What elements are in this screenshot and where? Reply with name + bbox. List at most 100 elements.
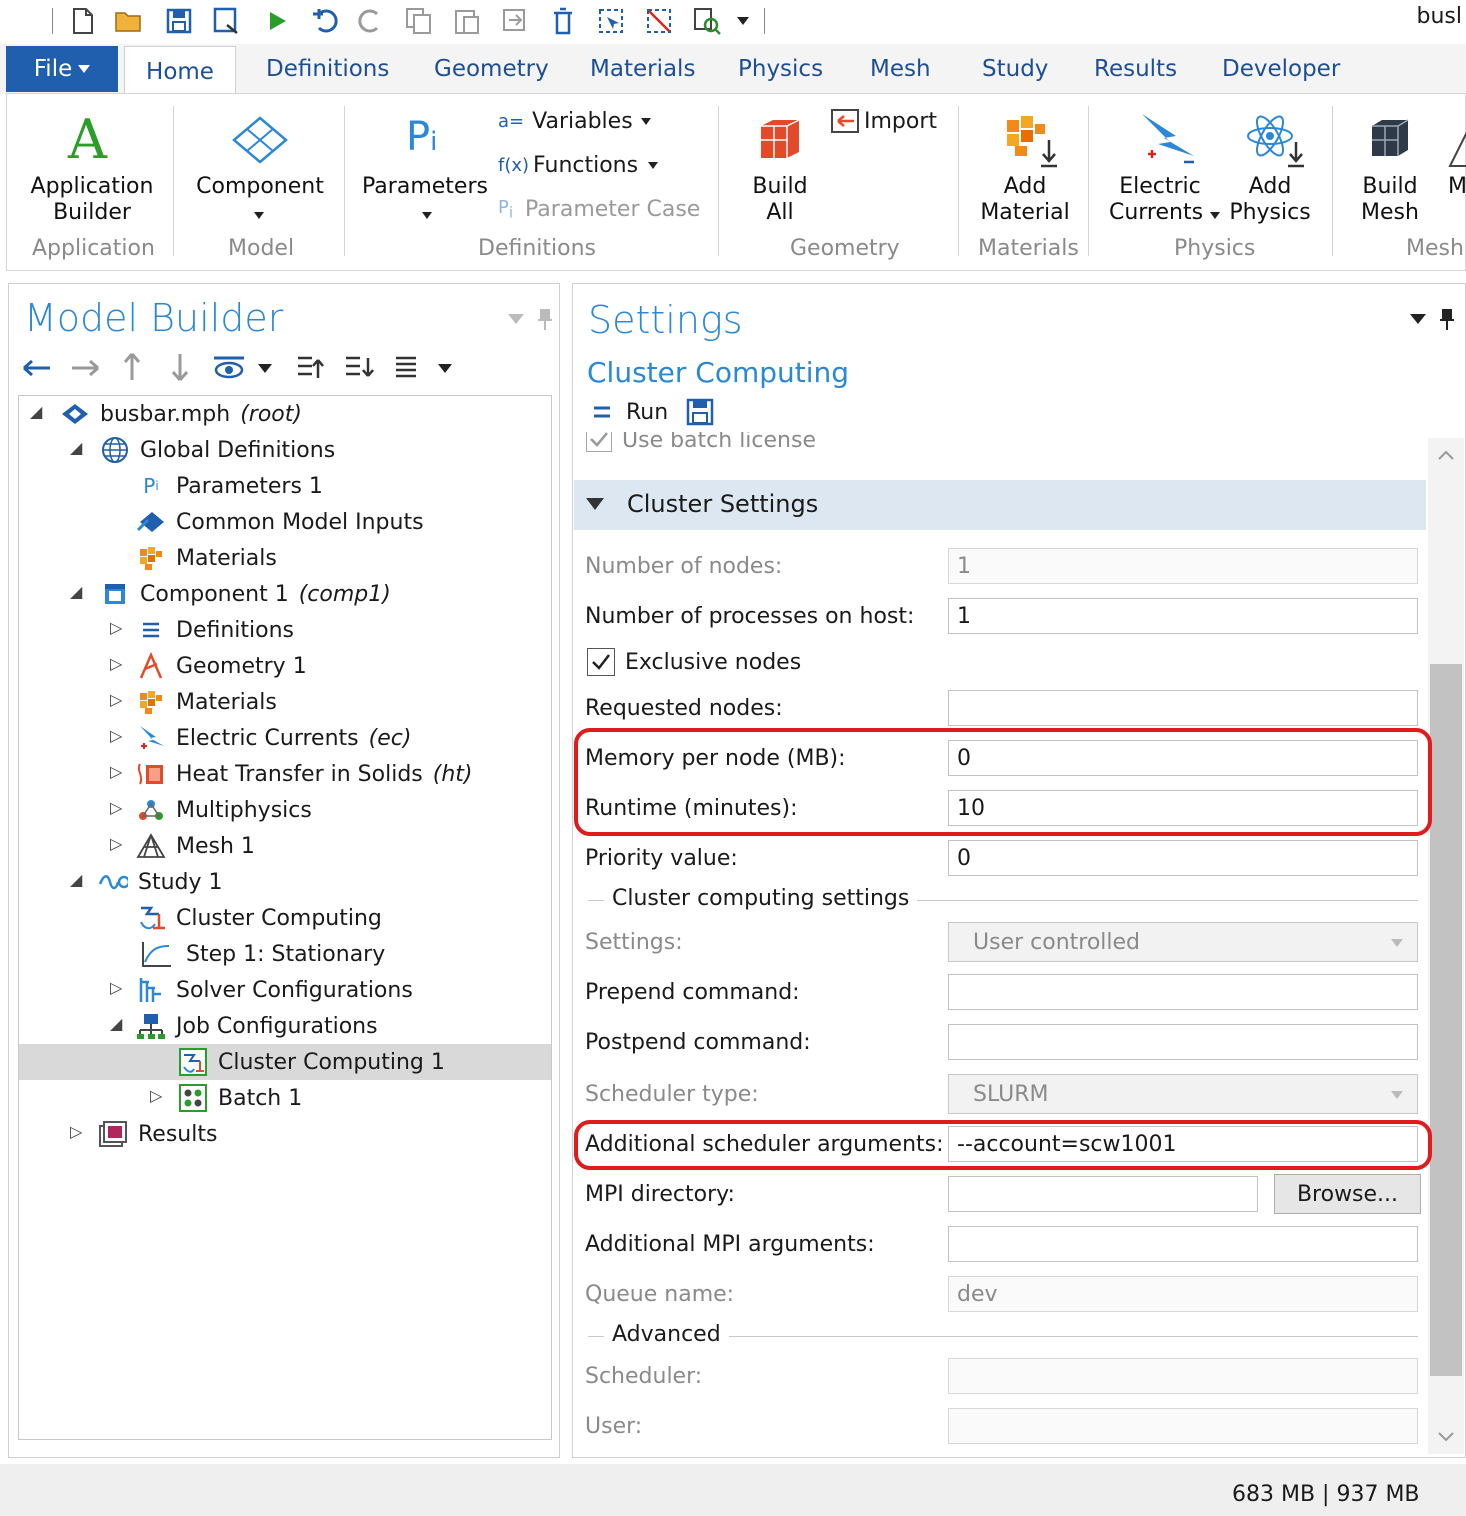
- forward-arrow-icon[interactable]: [70, 358, 100, 378]
- scroll-up-icon[interactable]: [1438, 450, 1454, 460]
- prepend-command-field[interactable]: [948, 974, 1418, 1010]
- tree-node-results[interactable]: Results: [98, 1117, 217, 1151]
- expand-arrow-icon[interactable]: ▷: [110, 798, 122, 817]
- save-icon[interactable]: [686, 398, 714, 426]
- exclusive-nodes-row[interactable]: Exclusive nodes: [587, 648, 801, 676]
- paste-icon[interactable]: [450, 4, 484, 38]
- tab-home[interactable]: Home: [124, 46, 236, 96]
- application-builder-button[interactable]: A Application Builder: [22, 108, 162, 232]
- tab-definitions[interactable]: Definitions: [266, 56, 389, 82]
- chevron-down-icon[interactable]: [438, 364, 452, 373]
- panel-menu-icon[interactable]: [1410, 314, 1426, 324]
- tree-node-step-1-stationary[interactable]: Step 1: Stationary: [136, 937, 385, 971]
- mpi-directory-field[interactable]: [948, 1176, 1258, 1212]
- user-field[interactable]: [948, 1408, 1418, 1444]
- tree-node-solver-configurations[interactable]: Solver Configurations: [136, 973, 413, 1007]
- open-folder-icon[interactable]: [112, 4, 146, 38]
- collapse-arrow-icon[interactable]: ◢: [70, 438, 82, 457]
- component-button[interactable]: Component: [190, 108, 330, 232]
- number-of-processes-field[interactable]: 1: [948, 598, 1418, 634]
- redo-icon[interactable]: [354, 4, 388, 38]
- back-arrow-icon[interactable]: [22, 358, 52, 378]
- tab-geometry[interactable]: Geometry: [434, 56, 549, 82]
- save-as-icon[interactable]: [210, 4, 244, 38]
- tree-node-common-model-inputs[interactable]: Common Model Inputs: [136, 505, 424, 539]
- move-down-icon[interactable]: [170, 352, 190, 382]
- expand-arrow-icon[interactable]: ▷: [110, 726, 122, 745]
- deselect-icon[interactable]: [642, 4, 676, 38]
- expand-arrow-icon[interactable]: ▷: [70, 1122, 82, 1141]
- expand-arrow-icon[interactable]: ▷: [110, 978, 122, 997]
- panel-menu-icon[interactable]: [508, 314, 524, 324]
- tree-node-definitions[interactable]: Definitions: [136, 613, 294, 647]
- parameters-button[interactable]: Pi Parameters: [360, 108, 490, 232]
- import-button[interactable]: Import: [830, 106, 937, 136]
- tree-node-heat-transfer[interactable]: Heat Transfer in Solids (ht): [136, 757, 473, 791]
- scheduler-type-select[interactable]: SLURM: [948, 1074, 1418, 1114]
- variables-button[interactable]: a= Variables: [498, 106, 651, 136]
- chevron-down-icon[interactable]: [258, 364, 272, 373]
- collapse-arrow-icon[interactable]: ◢: [30, 402, 42, 421]
- run-button[interactable]: Run: [592, 396, 668, 428]
- expand-arrow-icon[interactable]: ▷: [110, 690, 122, 709]
- tree-node-electric-currents[interactable]: Electric Currents (ec): [136, 721, 411, 755]
- tree-node-study-1[interactable]: Study 1: [98, 865, 223, 899]
- mesh-more-button[interactable]: M: [1440, 108, 1466, 232]
- expand-arrow-icon[interactable]: ▷: [110, 618, 122, 637]
- tree-node-global-definitions[interactable]: Global Definitions: [100, 433, 335, 467]
- show-icon[interactable]: [212, 354, 246, 380]
- tree-node-parameters-1[interactable]: Pi Parameters 1: [136, 469, 323, 503]
- tree-node-cluster-computing[interactable]: Cluster Computing: [136, 901, 382, 935]
- duplicate-icon[interactable]: [498, 4, 532, 38]
- tree-node-multiphysics[interactable]: Multiphysics: [136, 793, 312, 827]
- settings-select[interactable]: User controlled: [948, 922, 1418, 962]
- postpend-command-field[interactable]: [948, 1024, 1418, 1060]
- pin-icon[interactable]: [538, 308, 552, 330]
- tree-node-job-configurations[interactable]: Job Configurations: [136, 1009, 378, 1043]
- section-collapse-icon[interactable]: [586, 498, 604, 510]
- compute-icon[interactable]: [260, 4, 294, 38]
- expand-arrow-icon[interactable]: ▷: [150, 1086, 162, 1105]
- tree-node-root[interactable]: busbar.mph (root): [60, 397, 302, 431]
- exclusive-nodes-checkbox[interactable]: [587, 648, 615, 676]
- undo-icon[interactable]: [308, 4, 342, 38]
- tree-node-materials[interactable]: Materials: [136, 685, 277, 719]
- queue-name-field[interactable]: dev: [948, 1276, 1418, 1312]
- tab-developer[interactable]: Developer: [1222, 56, 1340, 82]
- collapse-arrow-icon[interactable]: ◢: [70, 870, 82, 889]
- tree-node-component-1[interactable]: Component 1 (comp1): [100, 577, 391, 611]
- browse-button[interactable]: Browse...: [1274, 1174, 1421, 1214]
- select-icon[interactable]: [594, 4, 628, 38]
- list-icon[interactable]: [394, 354, 420, 382]
- add-physics-button[interactable]: Add Physics: [1228, 108, 1318, 232]
- tab-physics[interactable]: Physics: [738, 56, 823, 82]
- find-icon[interactable]: [690, 4, 724, 38]
- save-icon[interactable]: [162, 4, 196, 38]
- expand-arrow-icon[interactable]: ▷: [110, 654, 122, 673]
- add-material-button[interactable]: Add Material: [975, 108, 1075, 232]
- additional-mpi-arguments-field[interactable]: [948, 1226, 1418, 1262]
- scrollbar-thumb[interactable]: [1430, 664, 1462, 1376]
- expand-arrow-icon[interactable]: ▷: [110, 762, 122, 781]
- new-file-icon[interactable]: [66, 4, 100, 38]
- pin-icon[interactable]: [1440, 308, 1454, 330]
- collapse-arrow-icon[interactable]: ◢: [110, 1014, 122, 1033]
- tab-study[interactable]: Study: [982, 56, 1048, 82]
- tree-node-cluster-computing-1[interactable]: Cluster Computing 1: [178, 1045, 445, 1079]
- batch-license-row[interactable]: Use batch license: [586, 432, 816, 452]
- tab-results[interactable]: Results: [1094, 56, 1177, 82]
- scheduler-field[interactable]: [948, 1358, 1418, 1394]
- collapse-arrow-icon[interactable]: ◢: [70, 582, 82, 601]
- tab-materials[interactable]: Materials: [590, 56, 695, 82]
- functions-button[interactable]: f(x) Functions: [498, 150, 659, 180]
- file-menu-button[interactable]: File: [6, 46, 118, 92]
- copy-icon[interactable]: [402, 4, 436, 38]
- scroll-down-icon[interactable]: [1438, 1432, 1454, 1442]
- collapse-all-icon[interactable]: [296, 354, 330, 382]
- build-mesh-button[interactable]: Build Mesh: [1350, 108, 1430, 232]
- build-all-button[interactable]: Build All: [735, 108, 825, 232]
- tree-node-global-materials[interactable]: Materials: [136, 541, 277, 575]
- tree-node-geometry-1[interactable]: Geometry 1: [136, 649, 307, 683]
- delete-icon[interactable]: [546, 4, 580, 38]
- priority-value-field[interactable]: 0: [948, 840, 1418, 876]
